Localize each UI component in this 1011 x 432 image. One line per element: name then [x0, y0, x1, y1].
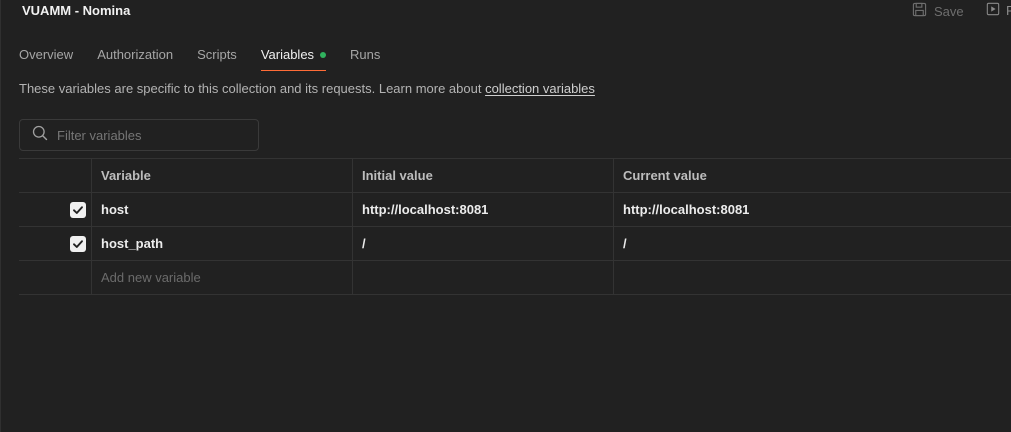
variable-name-cell[interactable]: host_path	[91, 227, 352, 260]
add-variable-row: Add new variable	[19, 261, 1011, 295]
run-label: R	[1006, 3, 1011, 18]
new-current-value-cell[interactable]	[613, 261, 1011, 294]
variables-table: Variable Initial value Current value hos…	[19, 158, 1011, 295]
column-header-initial-value: Initial value	[352, 159, 613, 192]
row-check-cell	[19, 261, 91, 294]
checkmark-icon	[73, 205, 83, 214]
collection-variables-link[interactable]: collection variables	[485, 81, 595, 96]
column-header-variable: Variable	[91, 159, 352, 192]
header-check-cell	[19, 159, 91, 192]
enable-checkbox[interactable]	[70, 201, 86, 218]
collection-variables-page: VUAMM - Nomina Save R Overview Authoriza…	[0, 0, 1011, 432]
description-text: These variables are specific to this col…	[19, 81, 486, 96]
tab-scripts[interactable]: Scripts	[197, 47, 237, 69]
tab-variables[interactable]: Variables	[260, 47, 327, 71]
table-row: host http://localhost:8081 http://localh…	[19, 193, 1011, 227]
table-header-row: Variable Initial value Current value	[19, 159, 1011, 193]
save-icon	[912, 2, 927, 20]
row-check-cell	[19, 193, 91, 226]
tab-label: Scripts	[197, 47, 237, 62]
save-label: Save	[934, 3, 964, 19]
collection-title: VUAMM - Nomina	[22, 3, 131, 18]
filter-box[interactable]	[19, 119, 259, 151]
add-new-variable-input[interactable]: Add new variable	[91, 261, 352, 294]
tab-label: Authorization	[97, 47, 174, 62]
tab-runs[interactable]: Runs	[350, 47, 380, 69]
enable-checkbox[interactable]	[70, 235, 86, 252]
play-icon	[986, 2, 1000, 19]
table-row: host_path / /	[19, 227, 1011, 261]
run-button[interactable]: R	[986, 2, 1011, 19]
checkmark-icon	[73, 239, 83, 248]
description: These variables are specific to this col…	[19, 81, 595, 96]
row-check-cell	[19, 227, 91, 260]
tab-label: Variables	[260, 47, 315, 62]
tab-label: Overview	[19, 47, 74, 62]
current-value-cell[interactable]: /	[613, 227, 1011, 260]
variable-name-cell[interactable]: host	[91, 193, 352, 226]
current-value-cell[interactable]: http://localhost:8081	[613, 193, 1011, 226]
new-initial-value-cell[interactable]	[352, 261, 613, 294]
status-dot	[320, 52, 327, 58]
initial-value-cell[interactable]: http://localhost:8081	[352, 193, 613, 226]
tab-overview[interactable]: Overview	[19, 47, 73, 69]
tab-bar: Overview Authorization Scripts Variables…	[19, 47, 404, 71]
column-header-current-value: Current value	[613, 159, 1011, 192]
tab-label: Runs	[350, 47, 381, 62]
header: VUAMM - Nomina Save R	[1, 0, 1011, 22]
filter-input[interactable]	[57, 127, 247, 143]
tab-authorization[interactable]: Authorization	[97, 47, 173, 69]
initial-value-cell[interactable]: /	[352, 227, 613, 260]
search-icon	[32, 125, 48, 146]
save-button[interactable]: Save	[912, 2, 964, 20]
